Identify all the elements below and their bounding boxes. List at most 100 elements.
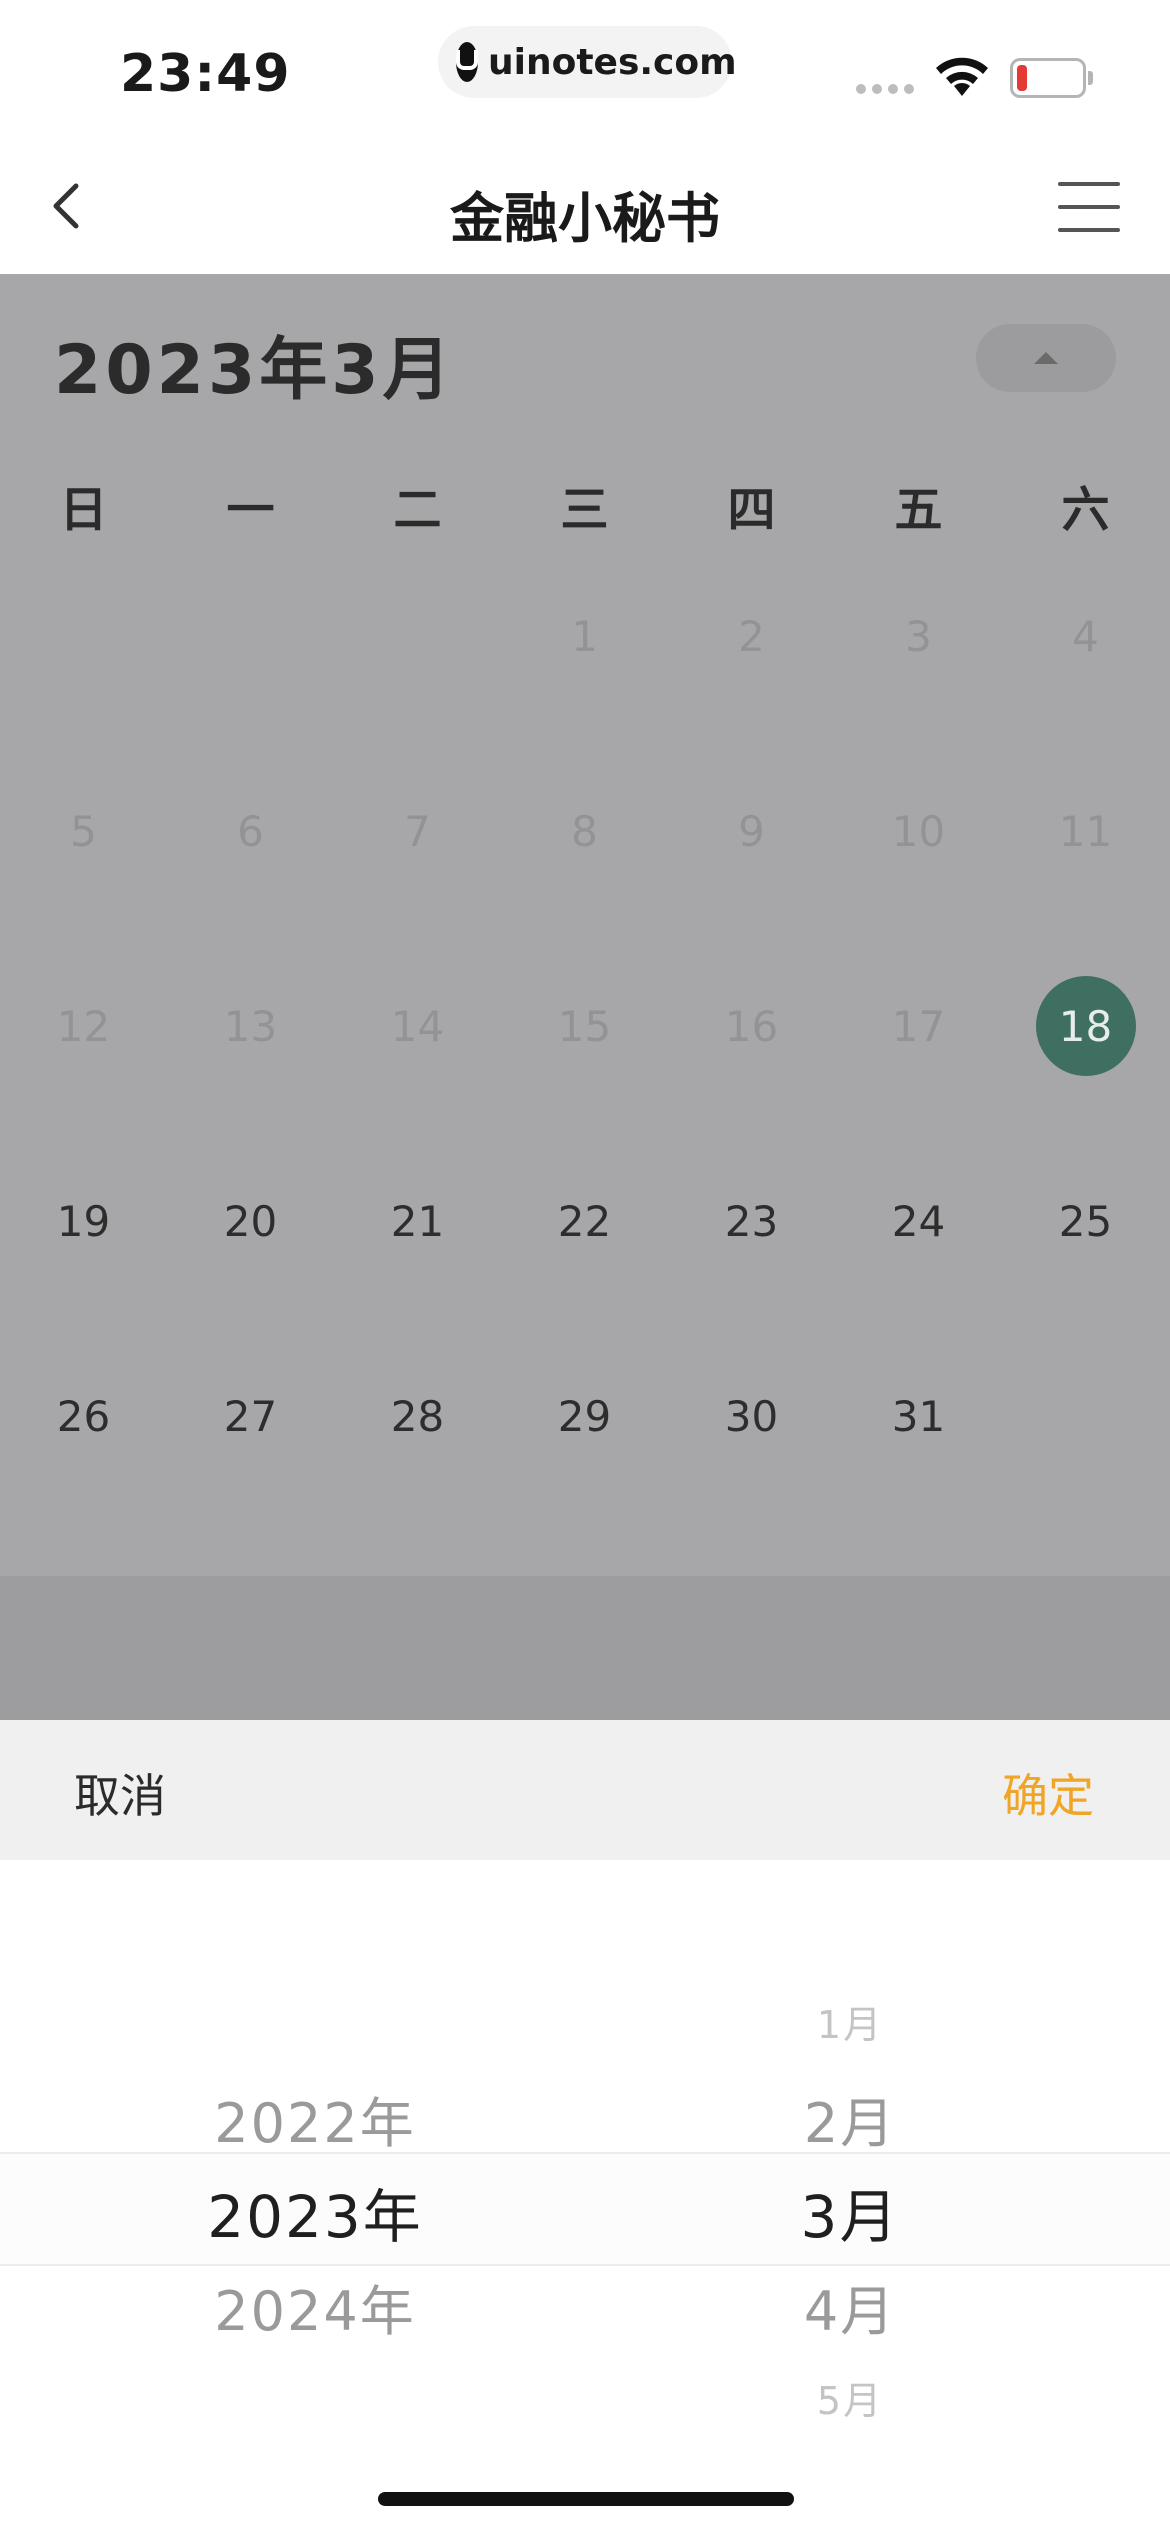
calendar-day-cell[interactable]: 26 <box>0 1366 167 1561</box>
calendar-day-number: 24 <box>891 1196 946 1246</box>
calendar-day-cell[interactable]: 1 <box>501 586 668 781</box>
calendar-day-number: 30 <box>724 1391 779 1441</box>
calendar-day-cell <box>167 586 334 781</box>
month-option[interactable]: 1月 <box>650 1994 1050 2049</box>
calendar-day-cell[interactable]: 20 <box>167 1171 334 1366</box>
weekday-label: 五 <box>894 482 943 538</box>
calendar-day-cell <box>334 586 501 781</box>
calendar-day-number: 10 <box>891 806 946 856</box>
calendar-day-cell[interactable]: 14 <box>334 976 501 1171</box>
calendar-day-cell[interactable]: 18 <box>1002 976 1169 1171</box>
calendar-day-cell[interactable]: 3 <box>835 586 1002 781</box>
calendar-day-cell[interactable]: 4 <box>1002 586 1169 781</box>
calendar-day-cell[interactable]: 2 <box>668 586 835 781</box>
nav-bar: 金融小秘书 <box>0 140 1170 274</box>
calendar-day-number: 31 <box>891 1391 946 1441</box>
calendar-day-cell[interactable]: 29 <box>501 1366 668 1561</box>
calendar-day-number: 20 <box>223 1196 278 1246</box>
hamburger-menu-icon[interactable] <box>1058 182 1120 232</box>
calendar-day-number: 3 <box>905 611 932 661</box>
calendar-day-number: 23 <box>724 1196 779 1246</box>
calendar-day-number: 12 <box>56 1001 111 1051</box>
month-option[interactable]: 3月 <box>650 2170 1050 2254</box>
calendar-day-number: 6 <box>237 806 264 856</box>
calendar-day-cell <box>1002 1366 1169 1561</box>
caret-up-icon <box>1034 352 1058 364</box>
calendar-day-number: 14 <box>390 1001 445 1051</box>
weekday-label: 二 <box>393 482 442 538</box>
calendar-day-cell[interactable]: 24 <box>835 1171 1002 1366</box>
status-time: 23:49 <box>120 44 291 104</box>
calendar-day-number: 22 <box>557 1196 612 1246</box>
calendar-day-cell[interactable]: 17 <box>835 976 1002 1171</box>
calendar-day-number: 18 <box>1035 976 1136 1076</box>
calendar-day-number: 13 <box>223 1001 278 1051</box>
wifi-icon <box>936 57 988 96</box>
calendar-day-number <box>368 586 468 686</box>
month-option[interactable]: 2月 <box>650 2079 1050 2158</box>
weekday-label: 日 <box>59 482 108 538</box>
calendar-day-cell[interactable]: 15 <box>501 976 668 1171</box>
calendar-day-number: 5 <box>70 806 97 856</box>
year-option[interactable]: 2022年 <box>100 2079 530 2158</box>
calendar-day-number <box>201 586 301 686</box>
calendar-day-number: 26 <box>56 1391 111 1441</box>
calendar-day-cell[interactable]: 6 <box>167 781 334 976</box>
calendar-footer <box>0 1576 1170 1722</box>
calendar-day-number: 15 <box>557 1001 612 1051</box>
calendar-day-cell[interactable]: 12 <box>0 976 167 1171</box>
calendar-day-cell[interactable]: 23 <box>668 1171 835 1366</box>
calendar-day-number: 8 <box>571 806 598 856</box>
calendar-day-cell[interactable]: 22 <box>501 1171 668 1366</box>
calendar-day-cell[interactable]: 31 <box>835 1366 1002 1561</box>
url-text: uinotes.com <box>488 41 737 83</box>
calendar-day-cell[interactable]: 5 <box>0 781 167 976</box>
calendar-day-cell <box>0 586 167 781</box>
calendar-day-number: 27 <box>223 1391 278 1441</box>
year-option[interactable]: 2024年 <box>100 2267 530 2346</box>
confirm-button[interactable]: 确定 <box>1002 1760 1094 1826</box>
weekday-label: 四 <box>727 482 776 538</box>
month-option[interactable]: 5月 <box>650 2370 1050 2425</box>
calendar-day-number: 9 <box>738 806 765 856</box>
weekday-label: 六 <box>1061 482 1110 538</box>
calendar-day-cell[interactable]: 9 <box>668 781 835 976</box>
calendar-day-cell[interactable]: 27 <box>167 1366 334 1561</box>
page-title: 金融小秘书 <box>450 187 720 250</box>
year-option[interactable]: 2023年 <box>100 2170 530 2254</box>
collapse-calendar-button[interactable] <box>976 324 1116 392</box>
date-picker[interactable]: 2022年 2023年 2024年 1月 2月 3月 4月 5月 <box>0 1860 1170 2532</box>
calendar-day-number: 2 <box>738 611 765 661</box>
calendar-day-cell[interactable]: 10 <box>835 781 1002 976</box>
calendar-day-cell[interactable]: 19 <box>0 1171 167 1366</box>
calendar-day-number <box>1036 1366 1136 1466</box>
calendar-day-cell[interactable]: 11 <box>1002 781 1169 976</box>
calendar-day-cell[interactable]: 28 <box>334 1366 501 1561</box>
calendar-day-cell[interactable]: 25 <box>1002 1171 1169 1366</box>
home-indicator <box>378 2492 794 2506</box>
calendar-day-number: 7 <box>404 806 431 856</box>
calendar-day-cell[interactable]: 7 <box>334 781 501 976</box>
cellular-signal-icon <box>856 84 914 94</box>
month-option[interactable]: 4月 <box>650 2267 1050 2346</box>
calendar-day-number: 16 <box>724 1001 779 1051</box>
cancel-button[interactable]: 取消 <box>74 1760 166 1826</box>
calendar-day-cell[interactable]: 30 <box>668 1366 835 1561</box>
picker-toolbar: 取消 确定 <box>0 1720 1170 1860</box>
calendar-day-number: 17 <box>891 1001 946 1051</box>
calendar-month-title: 2023年3月 <box>54 331 455 410</box>
calendar-day-grid: 1 2 3 4 5 6 7 8 9 10 11 12 13 14 15 16 17 18 19 20 21 22 23 24 2… <box>0 586 1170 1561</box>
url-pill[interactable]: uinotes.com <box>438 26 737 98</box>
calendar-day-number: 25 <box>1058 1196 1113 1246</box>
calendar-day-number: 21 <box>390 1196 445 1246</box>
calendar-day-cell[interactable]: 21 <box>334 1171 501 1366</box>
calendar-overlay: 2023年3月 日 一 二 三 四 五 六 1 2 3 4 5 6 7 8 9 10 11 12 13 1… <box>0 274 1170 1722</box>
weekday-header: 日 一 二 三 四 五 六 <box>0 470 1170 540</box>
weekday-label: 一 <box>226 482 275 538</box>
calendar-day-cell[interactable]: 16 <box>668 976 835 1171</box>
calendar-day-number: 4 <box>1072 611 1099 661</box>
calendar-day-number <box>34 586 134 686</box>
calendar-day-cell[interactable]: 8 <box>501 781 668 976</box>
status-bar: 23:49 uinotes.com <box>0 0 1170 140</box>
calendar-day-cell[interactable]: 13 <box>167 976 334 1171</box>
